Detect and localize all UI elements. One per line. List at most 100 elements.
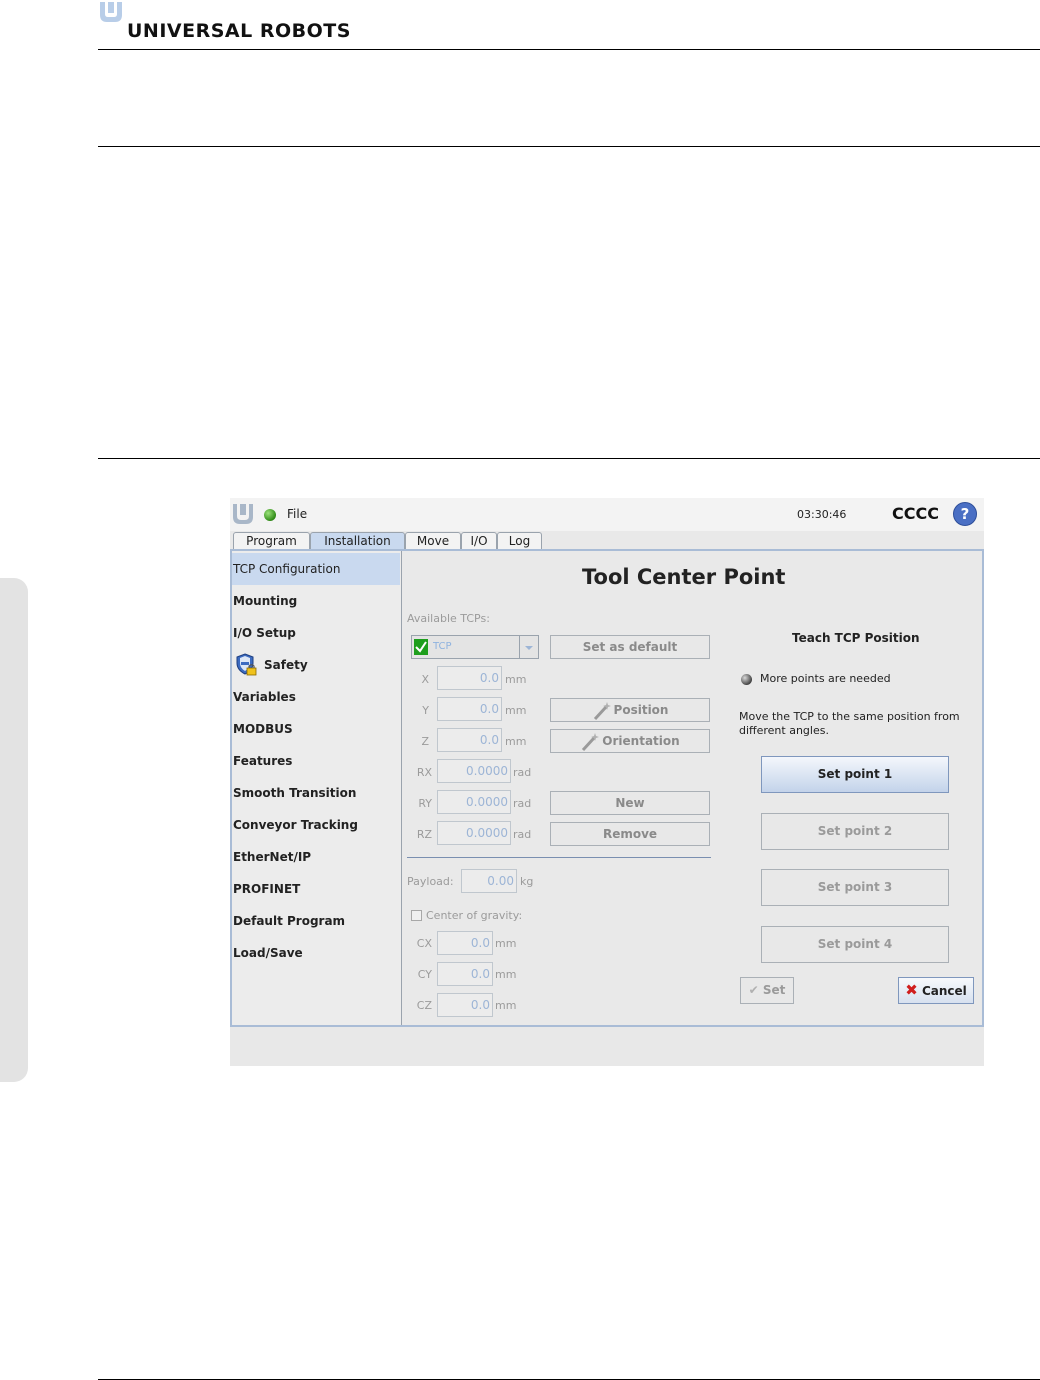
shield-lock-icon: [236, 653, 257, 676]
y-label: Y: [422, 704, 429, 717]
orientation-button-label: Orientation: [602, 734, 680, 748]
set-point-3-button[interactable]: Set point 3: [761, 869, 949, 906]
cz-label: CZ: [416, 999, 432, 1012]
close-icon: ✖: [905, 981, 918, 999]
position-button-label: Position: [613, 703, 669, 717]
teach-position-button[interactable]: Position: [550, 698, 710, 722]
page-side-tab: [0, 578, 28, 1082]
robot-status-icon: [264, 509, 276, 521]
ur-logo-icon: [233, 504, 253, 524]
x-unit: mm: [505, 673, 527, 686]
cancel-button-label: Cancel: [921, 984, 967, 998]
set-point-4-button[interactable]: Set point 4: [761, 926, 949, 963]
ur-logo-icon: [100, 2, 122, 22]
sidebar-item-load-save[interactable]: Load/Save: [232, 937, 400, 969]
teach-instructions: Move the TCP to the same position from d…: [739, 710, 960, 737]
new-tcp-button[interactable]: New: [550, 791, 710, 815]
cx-label: CX: [416, 937, 432, 950]
installation-panel: TCP Configuration Mounting I/O Setup Saf…: [230, 549, 984, 1027]
checkmark-icon: ✔: [748, 983, 759, 997]
x-field[interactable]: 0.0: [437, 666, 502, 690]
sidebar-item-mounting[interactable]: Mounting: [232, 585, 400, 617]
tab-move[interactable]: Move: [405, 532, 461, 550]
cz-field[interactable]: 0.0: [437, 993, 493, 1017]
bottom-bar: [230, 1027, 984, 1066]
file-menu[interactable]: File: [287, 507, 307, 521]
section-divider: [407, 857, 711, 858]
sidebar-item-profinet[interactable]: PROFINET: [232, 873, 400, 905]
center-of-gravity-label: Center of gravity:: [426, 909, 523, 922]
set-point-1-button[interactable]: Set point 1: [761, 756, 949, 793]
status-led-icon: [741, 674, 752, 685]
center-of-gravity-checkbox[interactable]: [411, 910, 422, 921]
sidebar-item-ethernet-ip[interactable]: EtherNet/IP: [232, 841, 400, 873]
top-bar: File 03:30:46 CCCC ?: [230, 498, 984, 531]
payload-label: Payload:: [407, 875, 454, 888]
z-unit: mm: [505, 735, 527, 748]
checkmark-icon: [414, 639, 428, 655]
sidebar-item-safety[interactable]: Safety: [232, 649, 400, 681]
remove-tcp-button[interactable]: Remove: [550, 822, 710, 846]
sidebar-item-default-program[interactable]: Default Program: [232, 905, 400, 937]
ry-field[interactable]: 0.0000: [437, 790, 511, 814]
section-rule-2: [98, 458, 1040, 459]
chevron-down-icon[interactable]: [519, 636, 538, 658]
tab-io[interactable]: I/O: [461, 532, 497, 550]
rx-field[interactable]: 0.0000: [437, 759, 511, 783]
rx-unit: rad: [513, 766, 532, 779]
ry-label: RY: [418, 797, 432, 810]
robot-name: CCCC: [892, 504, 939, 523]
sidebar-item-variables[interactable]: Variables: [232, 681, 400, 713]
section-rule-1: [98, 146, 1040, 147]
payload-unit: kg: [520, 875, 534, 888]
teach-tcp-title: Teach TCP Position: [792, 631, 920, 645]
tcp-select[interactable]: TCP: [411, 635, 539, 659]
tab-log[interactable]: Log: [497, 532, 542, 550]
y-field[interactable]: 0.0: [437, 697, 502, 721]
brand-name: UNIVERSAL ROBOTS: [127, 20, 351, 42]
sidebar-item-modbus[interactable]: MODBUS: [232, 713, 400, 745]
payload-field[interactable]: 0.00: [461, 869, 517, 893]
magic-wand-icon: [593, 701, 611, 720]
z-field[interactable]: 0.0: [437, 728, 502, 752]
rz-unit: rad: [513, 828, 532, 841]
set-as-default-button[interactable]: Set as default: [550, 635, 710, 659]
sidebar-item-smooth-transition[interactable]: Smooth Transition: [232, 777, 400, 809]
teach-orientation-button[interactable]: Orientation: [550, 729, 710, 753]
sidebar-item-tcp-configuration[interactable]: TCP Configuration: [232, 553, 400, 585]
help-icon[interactable]: ?: [953, 502, 977, 526]
sidebar-item-features[interactable]: Features: [232, 745, 400, 777]
tcp-config-main: Tool Center Point Available TCPs: TCP Se…: [402, 551, 982, 1025]
z-label: Z: [421, 735, 429, 748]
polyscope-window: File 03:30:46 CCCC ? Program Installatio…: [230, 498, 984, 1066]
tcp-select-value: TCP: [433, 641, 452, 652]
set-button-label: Set: [762, 983, 786, 997]
available-tcps-label: Available TCPs:: [407, 612, 490, 625]
cx-field[interactable]: 0.0: [437, 931, 493, 955]
sidebar-item-io-setup[interactable]: I/O Setup: [232, 617, 400, 649]
sidebar-item-conveyor-tracking[interactable]: Conveyor Tracking: [232, 809, 400, 841]
cy-label: CY: [417, 968, 432, 981]
x-label: X: [421, 673, 429, 686]
sidebar-item-label: Safety: [264, 658, 308, 672]
installation-sidebar: TCP Configuration Mounting I/O Setup Saf…: [232, 551, 402, 1025]
teach-status-text: More points are needed: [760, 672, 891, 685]
cy-unit: mm: [495, 968, 517, 981]
ry-unit: rad: [513, 797, 532, 810]
cx-unit: mm: [495, 937, 517, 950]
cancel-button[interactable]: ✖ Cancel: [898, 977, 974, 1004]
set-point-2-button[interactable]: Set point 2: [761, 813, 949, 850]
rz-field[interactable]: 0.0000: [437, 821, 511, 845]
rx-label: RX: [416, 766, 432, 779]
cy-field[interactable]: 0.0: [437, 962, 493, 986]
rz-label: RZ: [416, 828, 432, 841]
header-rule: [98, 49, 1040, 50]
page-title: Tool Center Point: [582, 565, 786, 589]
tab-program[interactable]: Program: [233, 532, 310, 550]
clock: 03:30:46: [797, 508, 847, 521]
set-button[interactable]: ✔ Set: [740, 977, 794, 1004]
y-unit: mm: [505, 704, 527, 717]
magic-wand-icon: [582, 732, 600, 751]
tab-installation[interactable]: Installation: [310, 532, 405, 550]
cz-unit: mm: [495, 999, 517, 1012]
